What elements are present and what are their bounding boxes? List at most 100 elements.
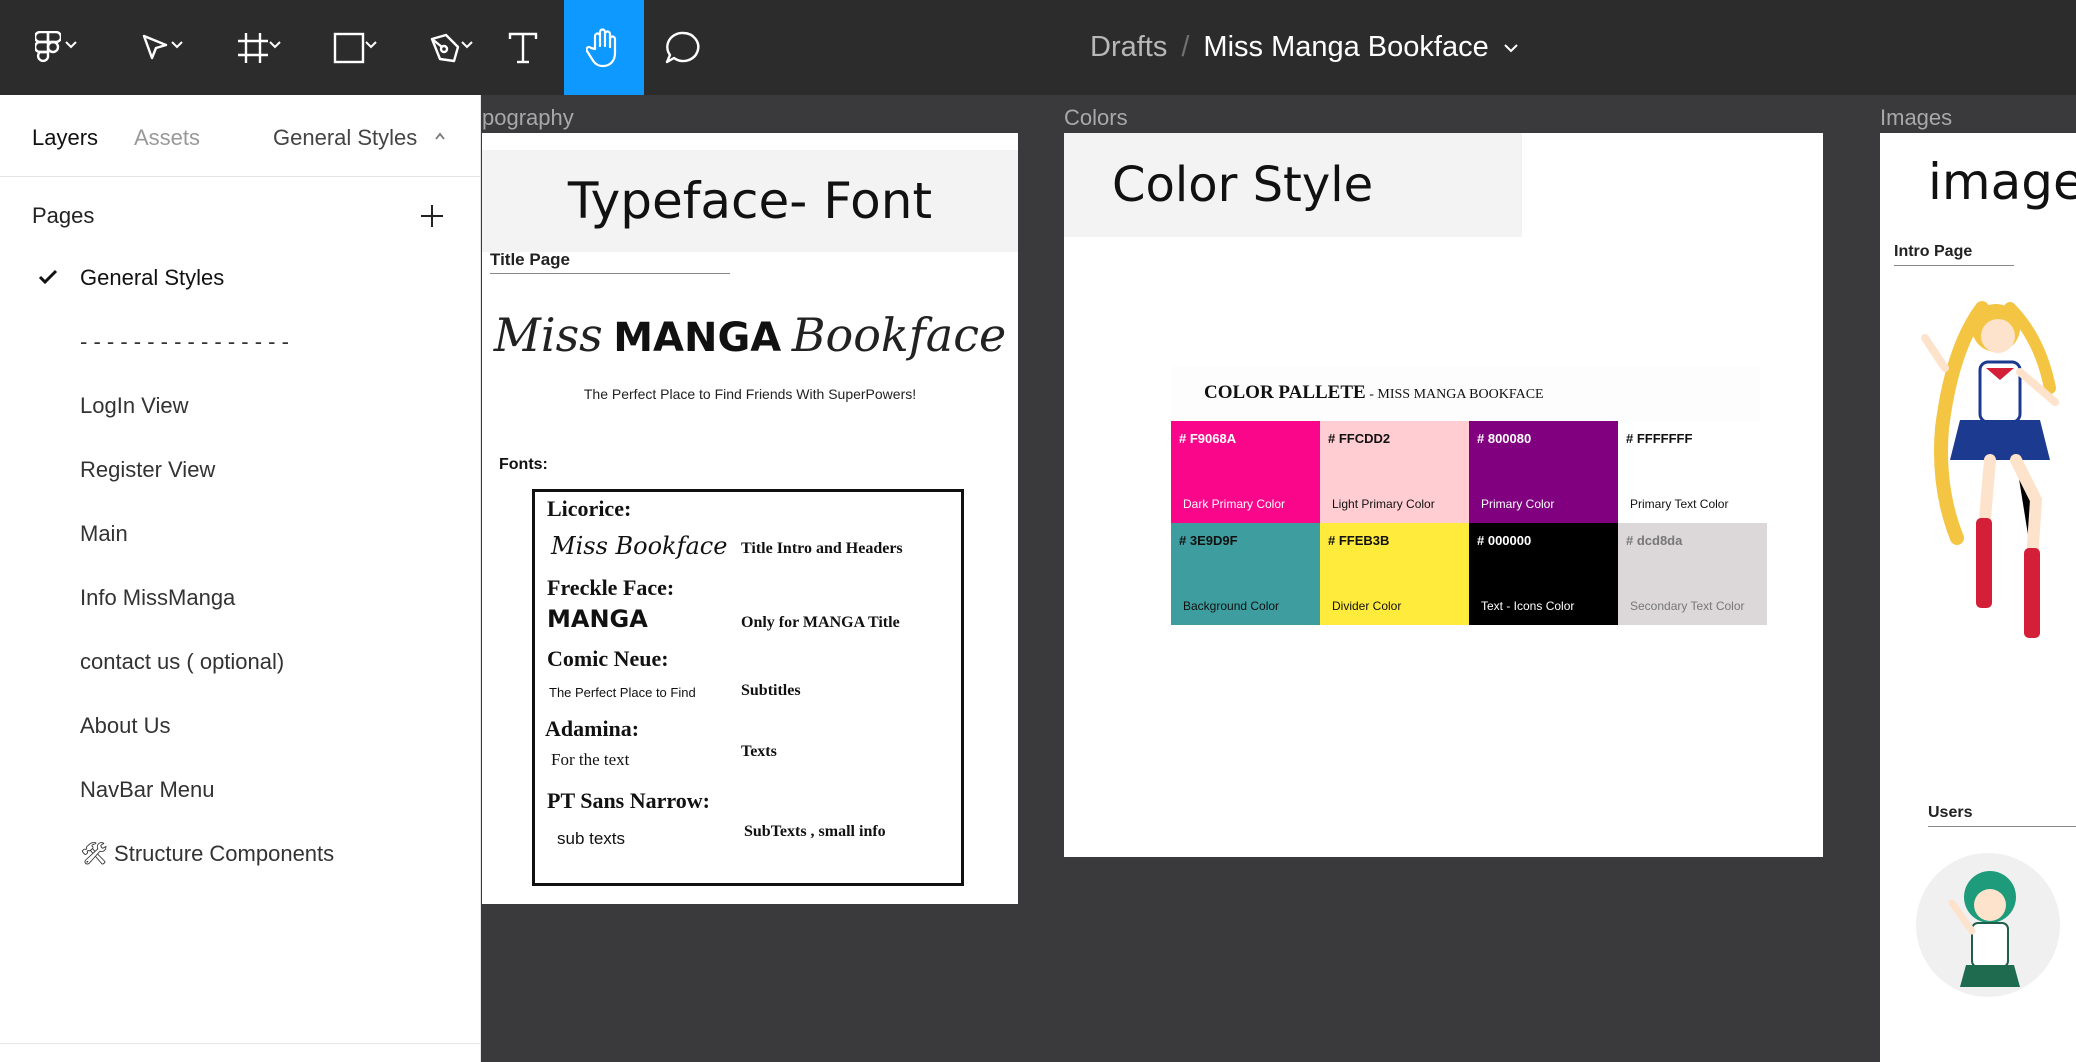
swatch-name: Primary Text Color [1630,497,1729,511]
left-panel: Layers Assets General Styles Pages Gener… [0,95,481,1062]
hand-icon [586,27,617,67]
color-swatch: # F9068A Dark Primary Color [1171,421,1320,523]
color-style-title: Color Style [1112,157,1374,213]
font-name: PT Sans Narrow: [547,788,710,813]
chevron-down-icon [461,41,473,49]
color-swatch: # 3E9D9F Background Color [1171,523,1320,625]
font-usage: Title Intro and Headers [741,540,903,557]
images-frame[interactable]: images Intro Page Users [1880,133,2076,1062]
palette-title: COLOR PALLETE [1204,382,1366,403]
hand-tool-button[interactable] [564,0,644,95]
frame-label-typography[interactable]: pography [482,105,574,131]
pen-icon [430,33,460,62]
swatch-name: Primary Color [1481,497,1555,511]
font-usage: Subtitles [741,682,801,699]
character-illustration [1921,301,2059,638]
divider [1928,826,2076,827]
pen-tool-button[interactable] [410,0,480,95]
swatch-name: Text - Icons Color [1481,599,1575,613]
chevron-down-icon [269,41,281,49]
swatch-hex: # dcd8da [1626,533,1683,548]
toolbar: Drafts / Miss Manga Bookface [0,0,2076,95]
brand-logo: Miss MANGA Bookface [482,308,1018,362]
pages-heading: Pages [32,203,95,228]
shape-tool-button[interactable] [314,0,384,95]
cursor-icon [142,34,168,59]
main-menu-button[interactable] [18,0,78,95]
page-item-about-us[interactable]: About Us [80,713,171,739]
divider [1894,265,2014,266]
swatch-hex: # F9068A [1179,431,1237,446]
font-usage: Only for MANGA Title [741,614,900,631]
current-page-selector[interactable]: General Styles [273,125,417,151]
rectangle-icon [333,32,365,63]
font-sample: Miss Bookface [551,532,728,560]
colors-frame[interactable]: Color Style COLOR PALLETE - MISS MANGA B… [1064,133,1823,857]
fonts-label: Fonts: [499,456,548,473]
typography-frame[interactable]: Typeface- Font Title Page Miss MANGA Boo… [482,133,1018,904]
page-item-login-view[interactable]: LogIn View [80,393,188,419]
frame-label-images[interactable]: Images [1880,105,1952,131]
page-item-general-styles[interactable]: General Styles [80,265,224,291]
swatch-hex: # FFEB3B [1328,533,1390,548]
panel-tabs: Layers Assets General Styles [0,95,481,177]
tab-assets[interactable]: Assets [134,125,200,151]
move-tool-button[interactable] [120,0,190,95]
swatch-hex: # FFFFFFF [1626,431,1693,446]
comment-tool-button[interactable] [660,0,706,95]
canvas[interactable]: pography Typeface- Font Title Page Miss … [482,95,2076,1062]
font-sample: For the text [551,750,630,769]
color-swatch: # FFFFFFF Primary Text Color [1618,421,1767,523]
chevron-down-icon [65,41,77,49]
file-name[interactable]: Miss Manga Bookface [1203,31,1488,64]
file-breadcrumb: Drafts / Miss Manga Bookface [1090,0,1519,95]
plus-icon[interactable] [417,201,447,231]
font-sample: MANGA [547,605,648,633]
swatch-hex: # FFCDD2 [1328,431,1391,446]
font-name: Adamina: [545,716,640,741]
chevron-up-icon[interactable] [434,131,446,141]
font-sample: sub texts [557,829,626,848]
color-swatch: # 800080 Primary Color [1469,421,1618,523]
swatch-name: Divider Color [1332,599,1402,613]
font-name: Comic Neue: [547,646,669,671]
swatch-hex: # 3E9D9F [1179,533,1238,548]
font-usage: Texts [741,743,777,760]
color-swatch: # dcd8da Secondary Text Color [1618,523,1767,625]
page-item-divider[interactable]: - - - - - - - - - - - - - - - - [80,329,289,355]
chevron-down-icon [171,41,183,49]
color-swatch: # FFEB3B Divider Color [1320,523,1469,625]
color-swatch: # 000000 Text - Icons Color [1469,523,1618,625]
breadcrumb-drafts[interactable]: Drafts [1090,31,1167,64]
swatch-hex: # 000000 [1477,533,1532,548]
palette-header: COLOR PALLETE - MISS MANGA BOOKFACE [1171,366,1760,421]
color-swatch: # FFCDD2 Light Primary Color [1320,421,1469,523]
palette-subtitle: - MISS MANGA BOOKFACE [1365,387,1544,402]
fonts-table: Licorice: Miss Bookface Title Intro and … [532,489,964,886]
font-usage: SubTexts , small info [744,823,886,840]
chevron-down-icon[interactable] [1503,43,1519,53]
text-tool-button[interactable] [500,0,546,95]
tab-layers[interactable]: Layers [32,125,98,151]
swatch-name: Light Primary Color [1332,497,1435,511]
page-item-register-view[interactable]: Register View [80,457,215,483]
frame-icon [238,32,268,63]
page-item-structure-components[interactable]: 🛠 Structure Components [80,841,334,867]
user-avatar-illustration [1948,871,2020,987]
font-name: Licorice: [547,496,632,521]
typography-banner: Typeface- Font [482,150,1018,252]
page-item-main[interactable]: Main [80,521,128,547]
color-banner: Color Style [1064,133,1522,237]
tagline: The Perfect Place to Find Friends With S… [583,386,917,402]
users-label: Users [1928,804,1973,821]
page-item-info-missmanga[interactable]: Info MissManga [80,585,235,611]
divider [490,273,730,274]
page-item-contact-us[interactable]: contact us ( optional) [80,649,284,675]
frame-label-colors[interactable]: Colors [1064,105,1128,131]
page-item-navbar-menu[interactable]: NavBar Menu [80,777,215,803]
text-icon [508,32,538,63]
swatch-name: Dark Primary Color [1183,497,1286,511]
frame-tool-button[interactable] [218,0,288,95]
chevron-down-icon [365,41,377,49]
intro-page-label: Intro Page [1894,243,1973,260]
